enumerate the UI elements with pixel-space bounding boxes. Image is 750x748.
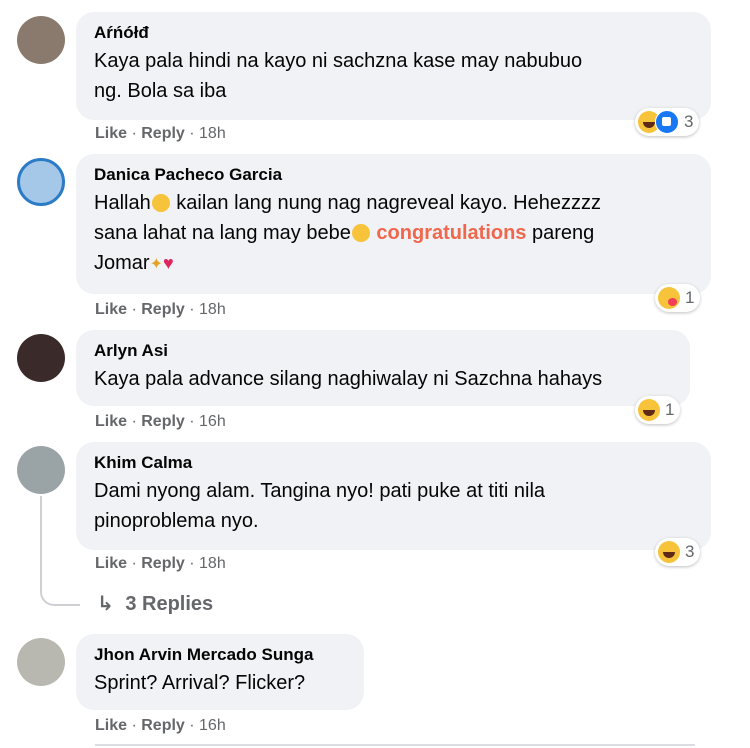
separator: · xyxy=(127,413,142,430)
commenter-name[interactable]: Jhon Arvin Mercado Sunga xyxy=(94,644,346,666)
separator: · xyxy=(127,301,142,318)
comment-line: pinoproblema nyo. xyxy=(94,510,259,532)
commenter-name[interactable]: Danica Pacheco Garcia xyxy=(94,164,693,186)
comment-text-part: Hallah xyxy=(94,192,151,214)
separator: · xyxy=(184,301,200,318)
reaction-count: 1 xyxy=(685,288,695,307)
timestamp[interactable]: 16h xyxy=(199,413,226,430)
commenter-name[interactable]: Arlyn Asi xyxy=(94,340,672,362)
reaction-count: 3 xyxy=(685,542,695,561)
care-icon xyxy=(658,287,680,309)
separator: · xyxy=(184,555,200,572)
view-replies-link[interactable]: ↳ 3 Replies xyxy=(97,591,213,616)
congratulations-highlight[interactable]: congratulations xyxy=(376,222,526,244)
timestamp[interactable]: 18h xyxy=(199,125,226,142)
separator: · xyxy=(184,413,200,430)
haha-icon xyxy=(658,541,680,563)
comment-bubble: Arlyn Asi Kaya pala advance silang naghi… xyxy=(76,330,690,406)
comment-actions: Like · Reply · 16h xyxy=(95,412,226,432)
like-reaction-icon xyxy=(655,110,679,134)
avatar[interactable] xyxy=(17,638,65,686)
heart-icon: ♥ xyxy=(162,253,174,273)
comment-line: Kaya pala hindi na kayo ni sachzna kase … xyxy=(94,50,583,72)
separator: · xyxy=(127,125,142,142)
commenter-name[interactable]: Khim Calma xyxy=(94,452,693,474)
party-popper-icon: ✦ xyxy=(149,256,163,273)
reply-link[interactable]: Reply xyxy=(141,555,185,572)
comment-bubble: Jhon Arvin Mercado Sunga Sprint? Arrival… xyxy=(76,634,364,710)
like-link[interactable]: Like xyxy=(95,717,127,734)
avatar[interactable] xyxy=(17,446,65,494)
avatar[interactable] xyxy=(17,16,65,64)
commenter-name[interactable]: Aŕńółđ xyxy=(94,22,693,44)
comment-text: Kaya pala advance silang naghiwalay ni S… xyxy=(94,364,672,394)
comment-actions: Like · Reply · 18h xyxy=(95,554,226,574)
timestamp[interactable]: 18h xyxy=(199,555,226,572)
reaction-summary[interactable]: 1 xyxy=(655,284,701,312)
pleading-face-icon xyxy=(151,194,170,212)
divider xyxy=(95,744,695,746)
comment-actions: Like · Reply · 16h xyxy=(95,716,226,736)
comment-bubble: Danica Pacheco Garcia Hallah kailan lang… xyxy=(76,154,711,294)
comment-text: Dami nyong alam. Tangina nyo! pati puke … xyxy=(94,476,693,536)
comment-text: Hallah kailan lang nung nag nagreveal ka… xyxy=(94,188,693,280)
separator: · xyxy=(184,125,200,142)
timestamp[interactable]: 16h xyxy=(199,717,226,734)
avatar[interactable] xyxy=(17,334,65,382)
comment-actions: Like · Reply · 18h xyxy=(95,300,226,320)
like-link[interactable]: Like xyxy=(95,125,127,142)
thread-line xyxy=(40,496,42,586)
comment-actions: Like · Reply · 18h xyxy=(95,124,226,144)
reply-link[interactable]: Reply xyxy=(141,413,185,430)
reaction-summary[interactable]: 1 xyxy=(635,396,681,424)
haha-icon xyxy=(638,399,660,421)
replies-count: 3 Replies xyxy=(125,593,214,615)
reply-link[interactable]: Reply xyxy=(141,717,185,734)
comment-text: Kaya pala hindi na kayo ni sachzna kase … xyxy=(94,46,693,106)
comment-text-part: sana lahat na lang may bebe xyxy=(94,222,351,244)
reply-link[interactable]: Reply xyxy=(141,125,185,142)
separator: · xyxy=(184,717,200,734)
reaction-count: 1 xyxy=(665,400,675,419)
separator: · xyxy=(127,555,142,572)
comment-text: Sprint? Arrival? Flicker? xyxy=(94,668,346,698)
comment-line: ng. Bola sa iba xyxy=(94,80,227,102)
comment-line: Dami nyong alam. Tangina nyo! pati puke … xyxy=(94,480,546,502)
comment-bubble: Aŕńółđ Kaya pala hindi na kayo ni sachzn… xyxy=(76,12,711,120)
reaction-summary[interactable]: 3 xyxy=(655,538,701,566)
reply-arrow-icon: ↳ xyxy=(97,593,114,615)
comment-line: Sprint? Arrival? Flicker? xyxy=(94,672,306,694)
like-link[interactable]: Like xyxy=(95,413,127,430)
separator: · xyxy=(127,717,142,734)
smile-icon xyxy=(351,224,370,242)
thread-elbow xyxy=(40,586,80,606)
comment-bubble: Khim Calma Dami nyong alam. Tangina nyo!… xyxy=(76,442,711,550)
comment-text-part: kailan lang nung nag nagreveal kayo. Heh… xyxy=(170,192,601,214)
reply-link[interactable]: Reply xyxy=(141,301,185,318)
timestamp[interactable]: 18h xyxy=(199,301,226,318)
like-link[interactable]: Like xyxy=(95,301,127,318)
reaction-summary[interactable]: 3 xyxy=(635,108,700,136)
comment-text-part: pareng xyxy=(526,222,595,244)
reaction-count: 3 xyxy=(684,112,694,131)
like-link[interactable]: Like xyxy=(95,555,127,572)
comment-line: Kaya pala advance silang naghiwalay ni S… xyxy=(94,368,603,390)
comment-text-part: Jomar xyxy=(94,252,150,274)
avatar[interactable] xyxy=(17,158,65,206)
